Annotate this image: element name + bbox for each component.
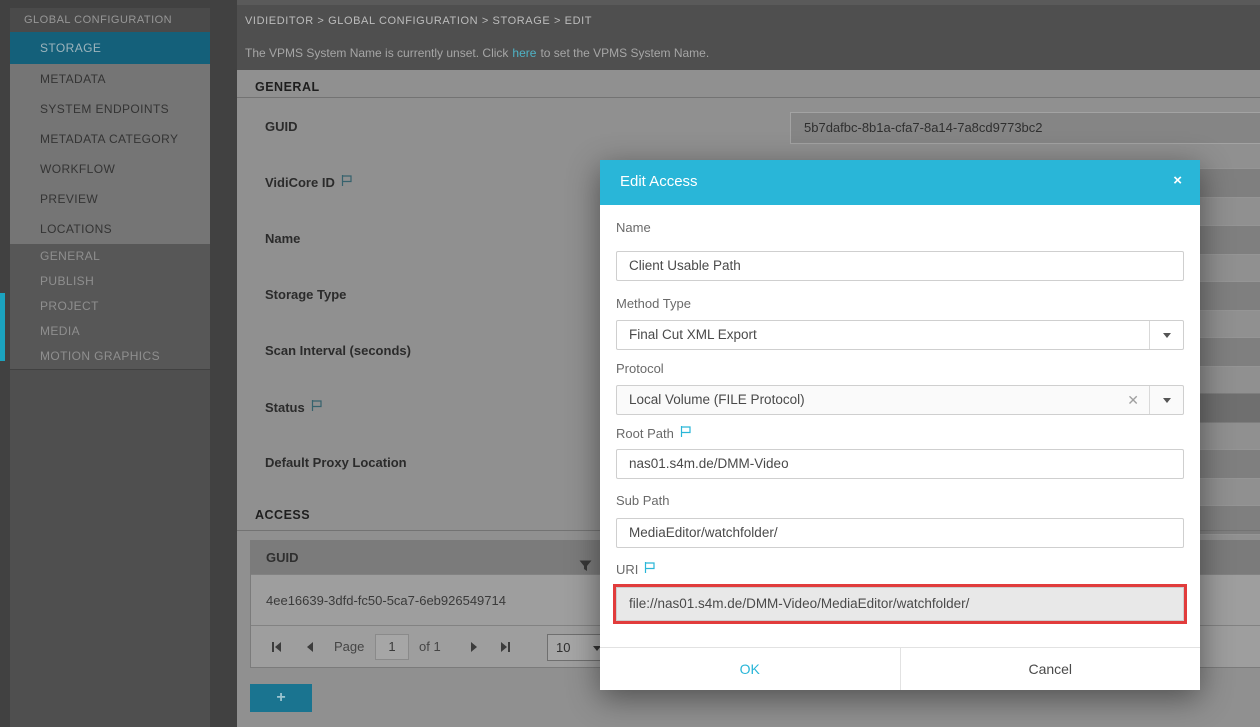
sidebar-item-workflow[interactable]: WORKFLOW [10, 154, 210, 184]
flag-icon [340, 174, 353, 190]
vidicore-id-label: VidiCore ID [265, 174, 353, 190]
modal-uri-readonly-field: file://nas01.s4m.de/DMM-Video/MediaEdito… [616, 587, 1184, 621]
sidebar-column: GLOBAL CONFIGURATION STORAGE METADATA SY… [0, 0, 237, 727]
uri-highlight-border: file://nas01.s4m.de/DMM-Video/MediaEdito… [613, 584, 1187, 624]
clear-icon[interactable]: ✕ [1127, 386, 1139, 414]
prev-page-icon[interactable] [305, 641, 315, 653]
sidebar-item-locations[interactable]: LOCATIONS [10, 214, 210, 244]
general-section-heading: GENERAL [255, 80, 320, 94]
top-bar: VIDIEDITOR > GLOBAL CONFIGURATION > STOR… [237, 0, 1260, 70]
flag-icon [643, 561, 656, 577]
notice-text-post: to set the VPMS System Name. [540, 46, 709, 60]
modal-protocol-label: Protocol [616, 361, 664, 376]
access-section-heading: ACCESS [255, 508, 310, 522]
modal-method-type-label: Method Type [616, 296, 691, 311]
modal-title: Edit Access [620, 173, 698, 190]
general-section-rule [237, 97, 1260, 98]
modal-method-type-select[interactable]: Final Cut XML Export [616, 320, 1184, 350]
flag-icon [310, 399, 323, 415]
modal-root-path-label: Root Path [616, 425, 692, 441]
name-label: Name [265, 231, 300, 246]
page-number-input[interactable]: 1 [375, 634, 409, 660]
vpms-notice: The VPMS System Name is currently unset.… [245, 46, 709, 60]
page-of-label: of 1 [419, 639, 441, 654]
page-label: Page [334, 639, 364, 654]
status-label: Status [265, 399, 323, 415]
sidebar-group-secondary: GENERAL PUBLISH PROJECT MEDIA MOTION GRA… [10, 244, 210, 369]
sidebar-item-storage[interactable]: STORAGE [10, 32, 210, 64]
guid-value-field: 5b7dafbc-8b1a-cfa7-8a14-7a8cd9773bc2 [790, 112, 1260, 144]
sidebar-item-motion-graphics[interactable]: MOTION GRAPHICS [10, 344, 210, 369]
notice-here-link[interactable]: here [512, 46, 536, 60]
next-page-icon[interactable] [469, 641, 479, 653]
close-icon[interactable]: × [1173, 172, 1182, 189]
modal-name-label: Name [616, 220, 651, 235]
sidebar-item-project[interactable]: PROJECT [10, 294, 210, 319]
chevron-down-icon[interactable] [1149, 321, 1183, 349]
storage-type-label: Storage Type [265, 287, 346, 302]
first-page-icon[interactable] [271, 641, 283, 653]
flag-icon [679, 425, 692, 441]
last-page-icon[interactable] [499, 641, 511, 653]
cancel-button[interactable]: Cancel [901, 648, 1201, 690]
sidebar-item-general[interactable]: GENERAL [10, 244, 210, 269]
sidebar-item-system-endpoints[interactable]: SYSTEM ENDPOINTS [10, 94, 210, 124]
modal-footer: OK Cancel [600, 647, 1200, 690]
modal-name-input[interactable]: Client Usable Path [616, 251, 1184, 281]
filter-funnel-icon[interactable] [579, 551, 592, 584]
sidebar: GLOBAL CONFIGURATION STORAGE METADATA SY… [10, 8, 210, 369]
modal-header: Edit Access × [600, 160, 1200, 205]
modal-protocol-combobox[interactable]: Local Volume (FILE Protocol)✕ [616, 385, 1184, 415]
sidebar-item-media[interactable]: MEDIA [10, 319, 210, 344]
modal-root-path-input[interactable]: nas01.s4m.de/DMM-Video [616, 449, 1184, 479]
sidebar-item-preview[interactable]: PREVIEW [10, 184, 210, 214]
modal-sub-path-input[interactable]: MediaEditor/watchfolder/ [616, 518, 1184, 548]
app-root: GLOBAL CONFIGURATION STORAGE METADATA SY… [0, 0, 1260, 727]
chevron-down-icon[interactable] [1149, 386, 1183, 414]
breadcrumb: VIDIEDITOR > GLOBAL CONFIGURATION > STOR… [245, 15, 592, 27]
guid-label: GUID [265, 119, 298, 134]
sidebar-item-metadata-category[interactable]: METADATA CATEGORY [10, 124, 210, 154]
sidebar-item-publish[interactable]: PUBLISH [10, 269, 210, 294]
edit-access-modal: Edit Access × Name Client Usable Path Me… [600, 160, 1200, 690]
sidebar-accent-stripe [0, 293, 5, 361]
sidebar-filler [10, 370, 210, 727]
sidebar-header: GLOBAL CONFIGURATION [10, 8, 210, 32]
modal-uri-label: URI [616, 561, 656, 577]
notice-text-pre: The VPMS System Name is currently unset.… [245, 46, 508, 60]
default-proxy-location-label: Default Proxy Location [265, 455, 407, 470]
scan-interval-label: Scan Interval (seconds) [265, 343, 411, 358]
add-access-button[interactable]: + [250, 684, 312, 712]
sidebar-item-metadata[interactable]: METADATA [10, 64, 210, 94]
guid-column-header: GUID [266, 550, 299, 565]
ok-button[interactable]: OK [600, 648, 901, 690]
modal-sub-path-label: Sub Path [616, 493, 670, 508]
